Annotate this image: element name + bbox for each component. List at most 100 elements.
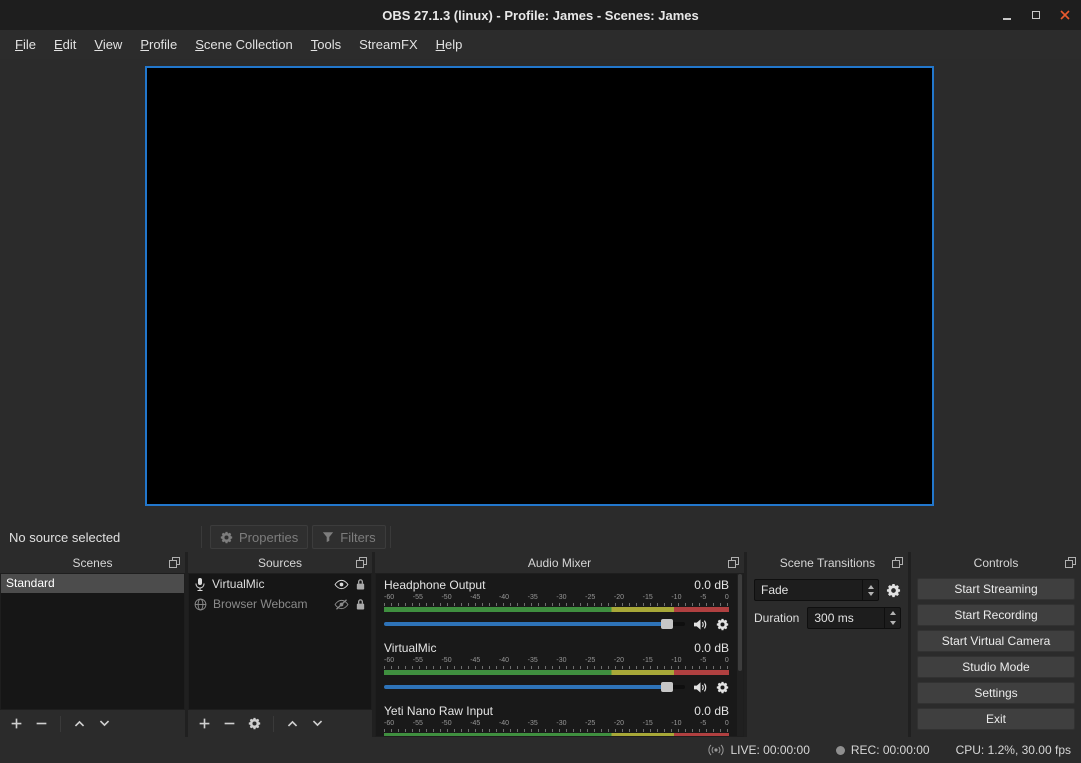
- volume-meter: [384, 670, 729, 675]
- scenes-dock-header: Scenes: [0, 552, 185, 573]
- volume-slider-handle[interactable]: [661, 682, 673, 692]
- minimize-button[interactable]: [1001, 8, 1013, 22]
- audio-mixer-dock: Audio Mixer Headphone Output 0.0 dB -60 -…: [375, 552, 744, 737]
- gear-icon: [886, 583, 901, 598]
- meter-scale-tick: -35: [528, 720, 538, 728]
- transition-select-spinner[interactable]: [862, 580, 878, 600]
- duration-increment-button[interactable]: [885, 608, 900, 618]
- maximize-button[interactable]: [1030, 8, 1042, 22]
- start-recording-button[interactable]: Start Recording: [917, 604, 1075, 626]
- add-scene-button[interactable]: [10, 717, 23, 730]
- meter-scale-tick: -45: [470, 594, 480, 602]
- scene-list-item[interactable]: Standard: [1, 574, 184, 593]
- source-list-item[interactable]: Browser Webcam: [189, 594, 371, 614]
- source-label: VirtualMic: [212, 577, 328, 591]
- add-source-button[interactable]: [198, 717, 211, 730]
- microphone-icon: [194, 577, 206, 592]
- meter-scale-tick: -45: [470, 720, 480, 728]
- menu-file[interactable]: File: [6, 30, 45, 59]
- gear-icon: [220, 531, 233, 544]
- meter-scale-tick: -25: [585, 720, 595, 728]
- source-list-item[interactable]: VirtualMic: [189, 574, 371, 594]
- popout-icon[interactable]: [728, 557, 739, 568]
- studio-mode-button[interactable]: Studio Mode: [917, 656, 1075, 678]
- audio-mixer-header: Audio Mixer: [375, 552, 744, 573]
- mute-button[interactable]: [693, 681, 708, 694]
- menu-scene-collection[interactable]: Scene Collection: [186, 30, 302, 59]
- controls-dock-title: Controls: [974, 556, 1019, 570]
- preview-canvas[interactable]: [145, 66, 934, 506]
- duration-label: Duration: [754, 611, 799, 625]
- visibility-eye-off-icon[interactable]: [334, 599, 349, 610]
- lock-icon[interactable]: [355, 578, 366, 591]
- duration-decrement-button[interactable]: [885, 618, 900, 628]
- close-button[interactable]: [1059, 8, 1071, 22]
- start-virtual-camera-button[interactable]: Start Virtual Camera: [917, 630, 1075, 652]
- mixer-scrollbar-thumb[interactable]: [738, 574, 742, 671]
- sources-dock-header: Sources: [188, 552, 372, 573]
- meter-tick-marks: [384, 666, 729, 669]
- menu-help[interactable]: Help: [427, 30, 472, 59]
- popout-icon[interactable]: [356, 557, 367, 568]
- exit-button[interactable]: Exit: [917, 708, 1075, 730]
- menu-profile[interactable]: Profile: [131, 30, 186, 59]
- start-streaming-button[interactable]: Start Streaming: [917, 578, 1075, 600]
- meter-scale-tick: -20: [614, 657, 624, 665]
- titlebar: OBS 27.1.3 (linux) - Profile: James - Sc…: [0, 0, 1081, 30]
- move-source-down-button[interactable]: [311, 717, 324, 730]
- mixer-strip: Yeti Nano Raw Input 0.0 dB -60-55-50-45-…: [384, 704, 729, 737]
- meter-scale-tick: -35: [528, 594, 538, 602]
- transition-properties-button[interactable]: [886, 583, 901, 598]
- popout-icon[interactable]: [892, 557, 903, 568]
- duration-spinbox[interactable]: 300 ms: [807, 607, 901, 629]
- menu-streamfx[interactable]: StreamFX: [350, 30, 427, 59]
- meter-scale-tick: 0: [725, 720, 729, 728]
- menu-view[interactable]: View: [85, 30, 131, 59]
- main-area: [0, 59, 1081, 522]
- mixer-db-value: 0.0 dB: [694, 704, 729, 719]
- transition-select-row: Fade: [754, 579, 901, 601]
- mixer-options-button[interactable]: [716, 618, 729, 631]
- broadcast-icon: [708, 744, 724, 756]
- properties-button[interactable]: Properties: [210, 525, 308, 549]
- meter-scale: -60-55-50-45-40-35-30-25-20-15-10-50: [384, 720, 729, 728]
- meter-scale-tick: -50: [441, 720, 451, 728]
- volume-slider-handle[interactable]: [661, 619, 673, 629]
- plus-icon: [198, 717, 211, 730]
- filters-button[interactable]: Filters: [312, 525, 385, 549]
- scenes-dock: Scenes Standard: [0, 552, 185, 737]
- move-scene-down-button[interactable]: [98, 717, 111, 730]
- meter-scale-tick: -60: [384, 720, 394, 728]
- chevron-down-icon: [98, 717, 111, 730]
- menu-edit[interactable]: Edit: [45, 30, 85, 59]
- spin-down-icon: [890, 621, 896, 625]
- move-source-up-button[interactable]: [286, 717, 299, 730]
- mixer-options-button[interactable]: [716, 681, 729, 694]
- remove-scene-button[interactable]: [35, 717, 48, 730]
- transition-select[interactable]: Fade: [754, 579, 879, 601]
- docks-row: Scenes Standard Sources: [0, 552, 1081, 737]
- mute-button[interactable]: [693, 618, 708, 631]
- volume-slider[interactable]: [384, 622, 685, 626]
- sources-list: VirtualMic Browser Webcam: [188, 573, 372, 710]
- remove-source-button[interactable]: [223, 717, 236, 730]
- menubar: File Edit View Profile Scene Collection …: [0, 30, 1081, 59]
- mixer-source-name: VirtualMic: [384, 641, 436, 656]
- meter-scale-tick: -10: [671, 594, 681, 602]
- volume-slider-fill: [384, 685, 667, 689]
- plus-icon: [10, 717, 23, 730]
- volume-slider-fill: [384, 622, 667, 626]
- mixer-strip-head: Headphone Output 0.0 dB: [384, 578, 729, 593]
- menu-tools[interactable]: Tools: [302, 30, 350, 59]
- visibility-eye-icon[interactable]: [334, 579, 349, 590]
- volume-slider[interactable]: [384, 685, 685, 689]
- mixer-scrollbar[interactable]: [737, 574, 743, 736]
- settings-button[interactable]: Settings: [917, 682, 1075, 704]
- meter-scale-tick: -30: [556, 720, 566, 728]
- popout-icon[interactable]: [1065, 557, 1076, 568]
- popout-icon[interactable]: [169, 557, 180, 568]
- source-properties-button[interactable]: [248, 717, 261, 730]
- lock-icon[interactable]: [355, 598, 366, 611]
- mixer-strip-controls: [384, 680, 729, 694]
- move-scene-up-button[interactable]: [73, 717, 86, 730]
